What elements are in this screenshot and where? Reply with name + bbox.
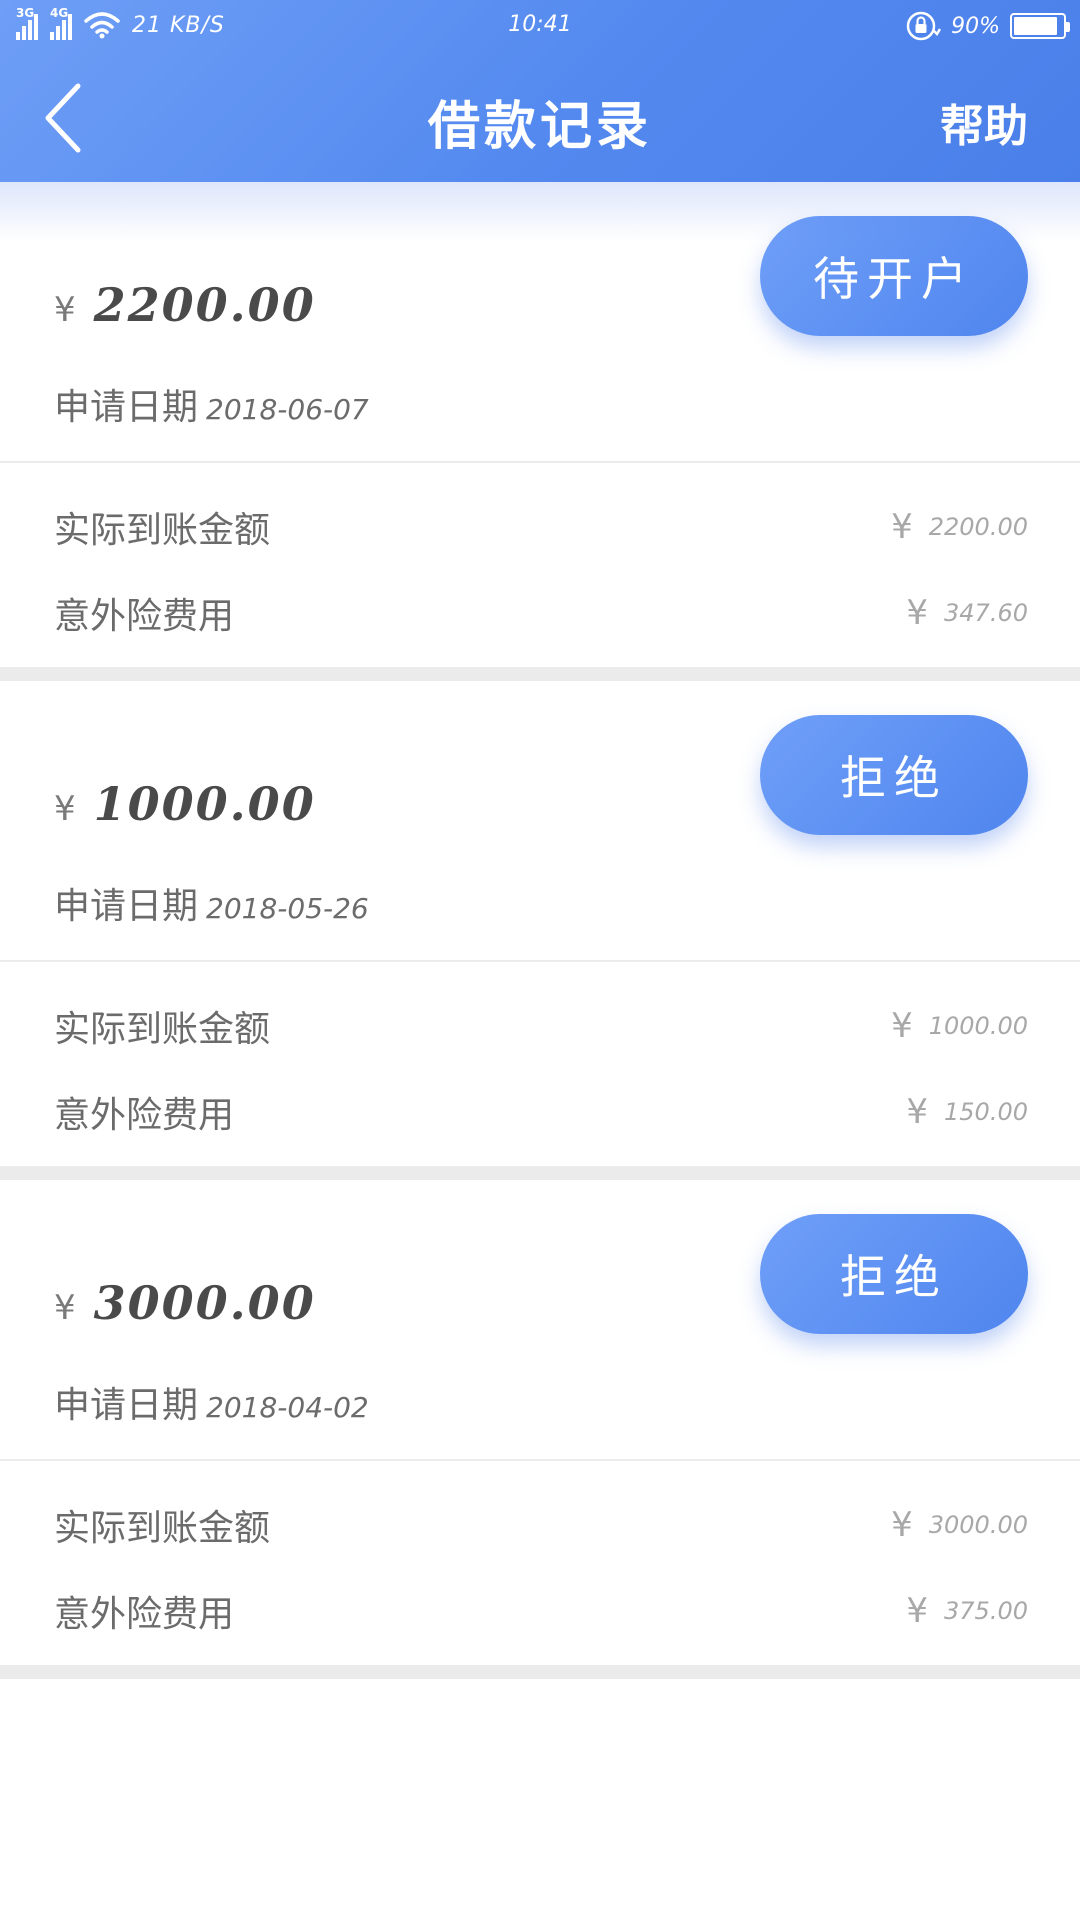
nav-bar: 借款记录 帮助: [0, 60, 1080, 170]
currency-symbol: ¥: [54, 290, 76, 330]
record-details: 实际到账金额 ¥ 2200.00 意外险费用 ¥ 347.60: [0, 463, 1080, 667]
actual-amount-label: 实际到账金额: [54, 510, 271, 551]
battery-fill: [1014, 17, 1058, 35]
header: 3G 4G 21 KB/S 10:41 90% 借款记录 帮助: [0, 0, 1080, 182]
record-card: ¥ 2200.00 申请日期 2018-06-07 待开户 实际到账金额 ¥ 22…: [0, 182, 1080, 667]
actual-amount-label: 实际到账金额: [54, 1508, 271, 1549]
insurance-fee: ¥ 150.00: [906, 1092, 1028, 1132]
currency-symbol: ¥: [54, 1288, 76, 1328]
screen: 3G 4G 21 KB/S 10:41 90% 借款记录 帮助 ¥ 2200.0…: [0, 0, 1080, 1920]
battery-icon: [1010, 13, 1070, 39]
page-title: 借款记录: [427, 97, 652, 157]
status-right: 90%: [905, 10, 1070, 42]
actual-amount: ¥ 1000.00: [891, 1006, 1028, 1046]
record-details: 实际到账金额 ¥ 1000.00 意外险费用 ¥ 150.00: [0, 962, 1080, 1166]
insurance-fee: ¥ 375.00: [906, 1591, 1028, 1631]
actual-amount-value: 3000.00: [928, 1511, 1028, 1539]
record-details: 实际到账金额 ¥ 3000.00 意外险费用 ¥ 375.00: [0, 1461, 1080, 1665]
actual-amount-value: 2200.00: [928, 513, 1028, 541]
loan-amount: 3000.00: [93, 1276, 316, 1330]
rotation-lock-icon: [906, 11, 942, 41]
record-list: ¥ 2200.00 申请日期 2018-06-07 待开户 实际到账金额 ¥ 22…: [0, 182, 1080, 1679]
insurance-fee-row: 意外险费用 ¥ 347.60: [54, 583, 1028, 643]
card-separator: [0, 667, 1080, 681]
currency-symbol: ¥: [891, 1505, 913, 1545]
loan-amount: 1000.00: [93, 777, 316, 831]
apply-date-value: 2018-05-26: [206, 892, 369, 925]
insurance-fee-value: 347.60: [944, 599, 1028, 627]
record-summary: ¥ 3000.00 申请日期 2018-04-02 拒绝: [0, 1180, 1080, 1461]
actual-amount-value: 1000.00: [928, 1012, 1028, 1040]
apply-date-row: 申请日期 2018-05-26: [54, 877, 369, 929]
apply-date-value: 2018-06-07: [206, 393, 369, 426]
actual-amount-row: 实际到账金额 ¥ 3000.00: [54, 1495, 1028, 1555]
insurance-fee-label: 意外险费用: [54, 596, 235, 637]
apply-date-label: 申请日期: [54, 886, 199, 927]
apply-date-row: 申请日期 2018-06-07: [54, 378, 369, 430]
header-shadow: [0, 182, 1080, 242]
actual-amount: ¥ 3000.00: [891, 1505, 1028, 1545]
actual-amount-label: 实际到账金额: [54, 1009, 271, 1050]
amount-row: ¥ 1000.00: [54, 777, 316, 831]
loan-amount: 2200.00: [93, 278, 316, 332]
amount-row: ¥ 3000.00: [54, 1276, 316, 1330]
actual-amount-row: 实际到账金额 ¥ 2200.00: [54, 497, 1028, 557]
apply-date-row: 申请日期 2018-04-02: [54, 1376, 369, 1428]
record-summary: ¥ 1000.00 申请日期 2018-05-26 拒绝: [0, 681, 1080, 962]
card-separator: [0, 1665, 1080, 1679]
insurance-fee-row: 意外险费用 ¥ 375.00: [54, 1581, 1028, 1641]
insurance-fee-row: 意外险费用 ¥ 150.00: [54, 1082, 1028, 1142]
insurance-fee-label: 意外险费用: [54, 1095, 235, 1136]
amount-row: ¥ 2200.00: [54, 278, 316, 332]
currency-symbol: ¥: [906, 1591, 929, 1631]
card-separator: [0, 1166, 1080, 1180]
insurance-fee-label: 意外险费用: [54, 1594, 235, 1635]
status-button[interactable]: 拒绝: [760, 1214, 1028, 1334]
currency-symbol: ¥: [891, 507, 913, 547]
record-card: ¥ 3000.00 申请日期 2018-04-02 拒绝 实际到账金额 ¥ 300…: [0, 1180, 1080, 1665]
status-button[interactable]: 拒绝: [760, 715, 1028, 835]
insurance-fee: ¥ 347.60: [906, 593, 1028, 633]
status-bar: 3G 4G 21 KB/S 10:41 90%: [0, 0, 1080, 50]
currency-symbol: ¥: [891, 1006, 913, 1046]
actual-amount-row: 实际到账金额 ¥ 1000.00: [54, 996, 1028, 1056]
record-card: ¥ 1000.00 申请日期 2018-05-26 拒绝 实际到账金额 ¥ 100…: [0, 681, 1080, 1166]
currency-symbol: ¥: [54, 789, 76, 829]
apply-date-label: 申请日期: [54, 387, 199, 428]
currency-symbol: ¥: [906, 593, 929, 633]
actual-amount: ¥ 2200.00: [891, 507, 1028, 547]
insurance-fee-value: 150.00: [944, 1098, 1028, 1126]
apply-date-value: 2018-04-02: [206, 1391, 369, 1424]
insurance-fee-value: 375.00: [944, 1597, 1028, 1625]
battery-percent: 90%: [951, 13, 1000, 39]
currency-symbol: ¥: [906, 1092, 929, 1132]
help-button[interactable]: 帮助: [940, 90, 1028, 154]
apply-date-label: 申请日期: [54, 1385, 199, 1426]
